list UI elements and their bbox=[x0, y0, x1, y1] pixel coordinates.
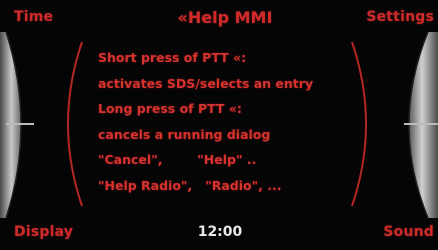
help-line: cancels a running dialog bbox=[98, 126, 271, 142]
sound-softkey[interactable]: Sound bbox=[383, 224, 434, 240]
left-control-knob[interactable] bbox=[0, 32, 40, 218]
help-line: activates SDS/selects an entry bbox=[98, 75, 314, 91]
help-line: "Cancel", "Help" .. bbox=[98, 152, 257, 167]
help-line: Long press of PTT «: bbox=[98, 101, 242, 116]
help-line: "Help Radio", "Radio", ... bbox=[98, 177, 282, 193]
mmi-screen: Time «Help MMI Settings Short press of P… bbox=[0, 0, 438, 250]
clock: 12:00 bbox=[197, 224, 243, 240]
time-softkey[interactable]: Time bbox=[14, 9, 53, 25]
page-title: «Help MMI bbox=[177, 8, 273, 27]
help-text: Short press of PTT «: activates SDS/sele… bbox=[98, 45, 383, 198]
help-line: Short press of PTT «: bbox=[98, 50, 247, 65]
display-softkey[interactable]: Display bbox=[14, 224, 73, 240]
right-control-knob[interactable] bbox=[382, 32, 438, 218]
settings-softkey[interactable]: Settings bbox=[366, 9, 434, 25]
